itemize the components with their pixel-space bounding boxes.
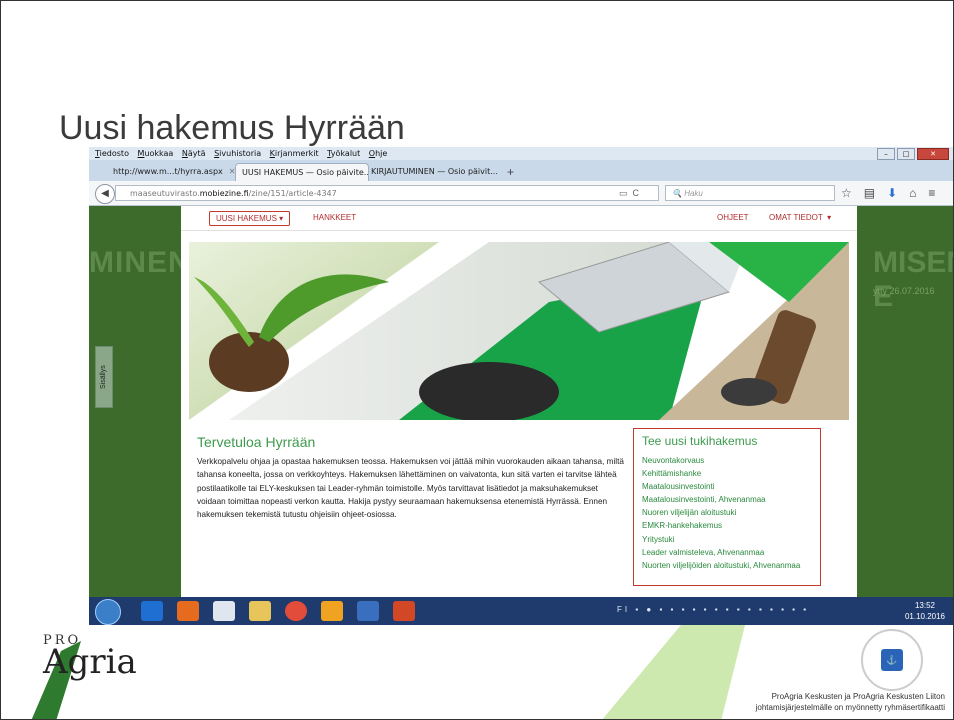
hero-image [189, 242, 849, 420]
logo-agria: Agria [43, 642, 137, 682]
proagria-logo: PRO Agria [43, 633, 137, 682]
certification-footer: ProAgria Keskusten ja ProAgria Keskusten… [707, 691, 945, 713]
site-nav: UUSI HAKEMUS ▾ HANKKEET OHJEET OMAT TIED… [181, 206, 857, 231]
address-bar[interactable]: maaseutuvirasto.mobiezine.fi/zine/151/ar… [115, 185, 659, 201]
nav-my-info[interactable]: OMAT TIEDOT ▾ [769, 211, 831, 225]
tab-kirjautuminen[interactable]: KIRJAUTUMINEN — Osio päivit... ✕ [365, 163, 505, 181]
word-icon[interactable] [357, 601, 379, 621]
powerpoint-icon[interactable] [393, 601, 415, 621]
link-leader-valmisteleva-ahvenanmaa[interactable]: Leader valmisteleva, Ahvenanmaa [642, 546, 812, 559]
nav-my-info-label: OMAT TIEDOT [769, 213, 823, 222]
new-tab-icon[interactable]: + [507, 163, 514, 181]
new-application-title: Tee uusi tukihakemus [642, 434, 758, 448]
search-input[interactable]: 🔍 Haku [665, 185, 835, 201]
media-player-icon[interactable] [177, 601, 199, 621]
back-arrow-icon[interactable]: ◀ [95, 184, 115, 204]
nav-new-application[interactable]: UUSI HAKEMUS ▾ [209, 211, 291, 226]
menu-help[interactable]: Ohje [369, 147, 388, 160]
slide: Uusi hakemus Hyrrään Tiedosto Muokkaa Nä… [0, 0, 954, 720]
link-maatalousinvestointi-ahvenanmaa[interactable]: Maatalousinvestointi, Ahvenanmaa [642, 493, 812, 506]
tab-label: UUSI HAKEMUS — Osio päivite... [242, 168, 369, 177]
menu-bar: Tiedosto Muokkaa Näytä Sivuhistoria Kirj… [89, 147, 953, 160]
welcome-text: Verkkopalvelu ohjaa ja opastaa hakemukse… [197, 457, 624, 520]
menu-view[interactable]: Näytä [182, 147, 206, 160]
minimize-button[interactable]: – [877, 148, 895, 160]
browser-screenshot: Tiedosto Muokkaa Näytä Sivuhistoria Kirj… [89, 147, 953, 625]
welcome-title: Tervetuloa Hyrrään [197, 434, 316, 450]
tab-hyrra[interactable]: http://www.m...t/hyrra.aspx ✕ [107, 163, 243, 181]
hamburger-menu-icon[interactable]: ≡ [928, 185, 935, 201]
side-tab-contents[interactable]: Sisällys [95, 346, 113, 408]
tab-bar: http://www.m...t/hyrra.aspx ✕ UUSI HAKEMU… [89, 160, 953, 182]
reload-icon[interactable]: ▭ C [619, 185, 639, 201]
start-button-icon[interactable] [95, 599, 121, 625]
url-domain: mobiezine.fi [199, 189, 249, 198]
windows-taskbar: FI ▪ ● ▪ ▪ ▪ ▪ ▪ ▪ ▪ ▪ ▪ ▪ ▪ ▪ ▪ ▪ 13:52… [89, 597, 953, 625]
link-maatalousinvestointi[interactable]: Maatalousinvestointi [642, 480, 812, 493]
outlook-icon[interactable] [321, 601, 343, 621]
menu-edit[interactable]: Muokkaa [138, 147, 174, 160]
main-content: UUSI HAKEMUS ▾ HANKKEET OHJEET OMAT TIED… [181, 206, 857, 597]
slide-title: Uusi hakemus Hyrrään [59, 109, 405, 147]
calculator-icon[interactable] [213, 601, 235, 621]
url-prefix: maaseutuvirasto. [130, 189, 200, 198]
home-icon[interactable]: ⌂ [909, 185, 916, 201]
link-kehittamishanke[interactable]: Kehittämishanke [642, 467, 812, 480]
download-icon[interactable]: ⬇ [887, 185, 897, 201]
caret-down-icon: ▾ [827, 213, 832, 222]
window-controls: – □ ✕ [877, 148, 949, 160]
caret-down-icon: ▾ [279, 214, 284, 223]
link-nuoren-viljelijan-aloitustuki[interactable]: Nuoren viljelijän aloitustuki [642, 506, 812, 519]
close-button[interactable]: ✕ [917, 148, 949, 160]
new-application-box: Tee uusi tukihakemus Neuvontakorvaus Keh… [633, 428, 821, 586]
url-path: /zine/151/article-4347 [248, 189, 337, 198]
background-heading-right: MISEN E [873, 246, 953, 313]
system-clock[interactable]: 13:52 01.10.2016 [895, 600, 953, 622]
nav-new-application-label: UUSI HAKEMUS [216, 214, 277, 223]
file-explorer-icon[interactable] [249, 601, 271, 621]
background-heading-left: MINEN [89, 246, 191, 279]
tab-label: KIRJAUTUMINEN — Osio päivit... [371, 167, 498, 176]
language-indicator[interactable]: FI [617, 605, 630, 614]
search-placeholder: Haku [684, 189, 703, 198]
menu-file[interactable]: Tiedosto [95, 147, 129, 160]
system-tray: FI ▪ ● ▪ ▪ ▪ ▪ ▪ ▪ ▪ ▪ ▪ ▪ ▪ ▪ ▪ ▪ [617, 605, 810, 614]
clock-date: 01.10.2016 [904, 612, 946, 621]
navigation-bar: ◀ maaseutuvirasto.mobiezine.fi/zine/151/… [89, 181, 953, 206]
toolbar-icons: ☆ ▤ ⬇ ⌂ ≡ [841, 185, 935, 201]
footer-line-2: johtamisjärjestelmälle on myönnetty ryhm… [755, 703, 945, 712]
link-nuorten-viljelijoiden-aloitustuki-ahvenanmaa[interactable]: Nuorten viljelijöiden aloitustuki, Ahven… [642, 559, 812, 572]
bookmark-star-icon[interactable]: ☆ [841, 185, 852, 201]
web-page: MINEN MISEN E ytty 26.07.2016 Sisällys U… [89, 206, 953, 597]
nav-instructions[interactable]: OHJEET [717, 211, 749, 225]
menu-history[interactable]: Sivuhistoria [214, 147, 261, 160]
maximize-button[interactable]: □ [897, 148, 915, 160]
tab-label: http://www.m...t/hyrra.aspx [113, 167, 223, 176]
link-emkr-hankehakemus[interactable]: EMKR-hankehakemus [642, 519, 812, 532]
menu-tools[interactable]: Työkalut [327, 147, 360, 160]
nav-projects[interactable]: HANKKEET [313, 211, 356, 225]
link-neuvontakorvaus[interactable]: Neuvontakorvaus [642, 454, 812, 467]
internet-explorer-icon[interactable] [141, 601, 163, 621]
footer-line-1: ProAgria Keskusten ja ProAgria Keskusten… [771, 692, 945, 701]
taskbar-apps [141, 601, 415, 621]
chrome-icon[interactable] [285, 601, 307, 621]
clipboard-icon[interactable]: ▤ [864, 185, 875, 201]
certification-seal-icon: ⚓ [861, 629, 923, 691]
background-date: ytty 26.07.2016 [873, 286, 935, 296]
link-yritystuki[interactable]: Yritystuki [642, 533, 812, 546]
dnv-badge-icon: ⚓ [881, 649, 903, 671]
menu-bookmarks[interactable]: Kirjanmerkit [270, 147, 319, 160]
search-icon: 🔍 [672, 189, 682, 198]
close-tab-icon[interactable]: ✕ [504, 167, 505, 176]
tab-uusi-hakemus[interactable]: UUSI HAKEMUS — Osio päivite...✕ [235, 163, 369, 182]
clock-time: 13:52 [914, 601, 936, 610]
